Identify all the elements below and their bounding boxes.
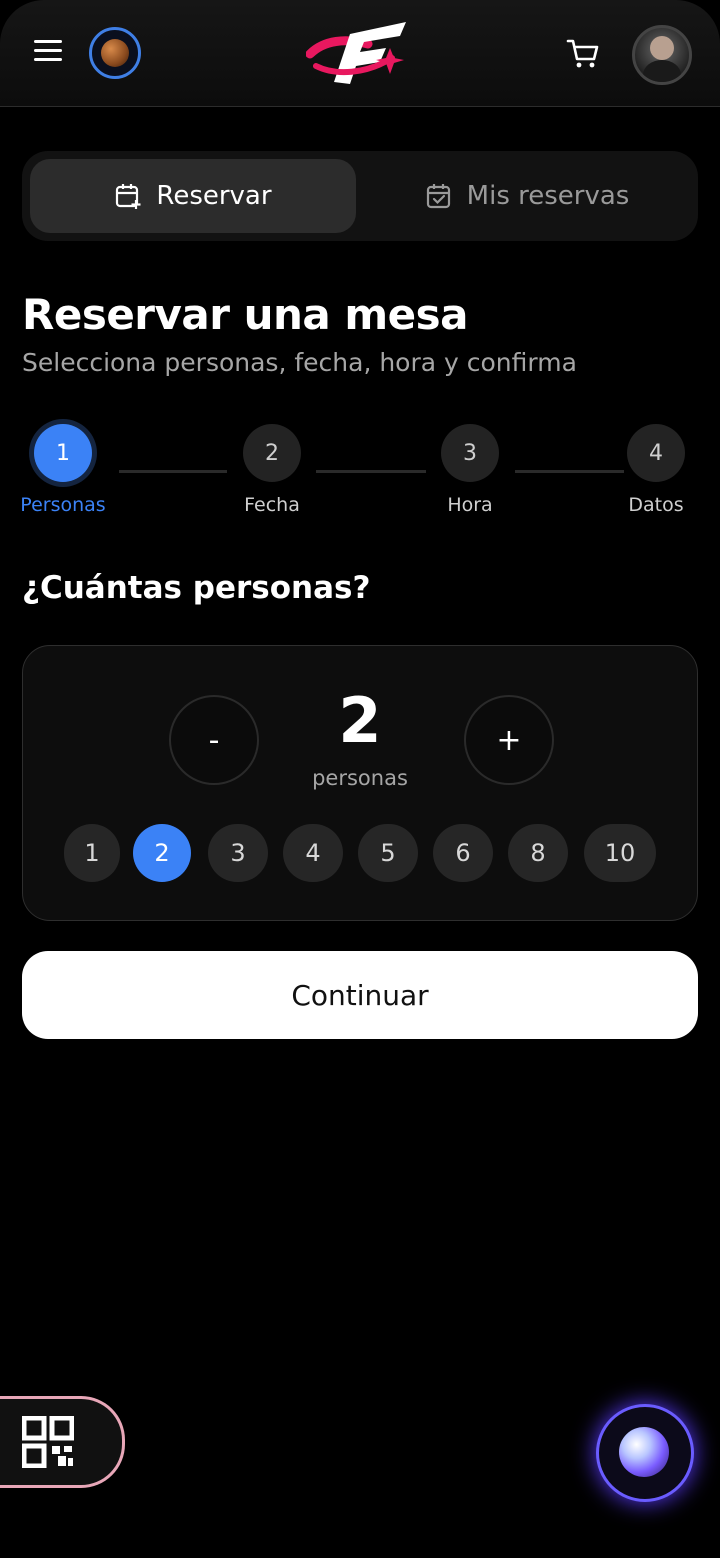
step-fecha[interactable]: 2 Fecha [212, 424, 332, 516]
people-question: ¿Cuántas personas? [22, 570, 371, 606]
app-header [0, 0, 720, 107]
tab-reservar[interactable]: Reservar [30, 159, 356, 233]
step-label: Fecha [244, 494, 300, 516]
qr-code-icon [22, 1416, 74, 1468]
step-number: 2 [243, 424, 301, 482]
planet-icon[interactable] [89, 27, 141, 79]
people-unit-label: personas [312, 766, 408, 790]
step-personas[interactable]: 1 Personas [3, 424, 123, 516]
page-title: Reservar una mesa [22, 290, 468, 339]
tab-label: Reservar [156, 181, 272, 211]
step-datos[interactable]: 4 Datos [596, 424, 716, 516]
app-logo[interactable] [306, 18, 410, 90]
people-option-2[interactable]: 2 [133, 824, 191, 882]
people-option-3[interactable]: 3 [208, 824, 268, 882]
step-number: 3 [441, 424, 499, 482]
continue-button[interactable]: Continuar [22, 951, 698, 1039]
people-option-10[interactable]: 10 [584, 824, 656, 882]
step-label: Hora [447, 494, 493, 516]
people-option-6[interactable]: 6 [433, 824, 493, 882]
assistant-orb-button[interactable] [596, 1404, 694, 1502]
page-subtitle: Selecciona personas, fecha, hora y confi… [22, 348, 577, 377]
qr-scan-button[interactable] [0, 1396, 125, 1488]
step-hora[interactable]: 3 Hora [410, 424, 530, 516]
step-number: 4 [627, 424, 685, 482]
people-option-8[interactable]: 8 [508, 824, 568, 882]
people-option-4[interactable]: 4 [283, 824, 343, 882]
reservation-tabs: Reservar Mis reservas [22, 151, 698, 241]
people-count: 2 [338, 684, 382, 757]
people-option-1[interactable]: 1 [64, 824, 120, 882]
user-avatar[interactable] [632, 25, 692, 85]
step-label: Datos [628, 494, 684, 516]
step-number: 1 [34, 424, 92, 482]
cart-icon[interactable] [566, 38, 600, 70]
step-connector [119, 470, 227, 473]
step-label: Personas [20, 494, 106, 516]
tab-label: Mis reservas [466, 181, 630, 211]
calendar-check-icon [426, 184, 450, 209]
hamburger-menu-icon[interactable] [34, 40, 62, 62]
calendar-plus-icon [116, 184, 141, 209]
tab-mis-reservas[interactable]: Mis reservas [362, 159, 692, 233]
increment-button[interactable]: + [464, 695, 554, 785]
people-option-5[interactable]: 5 [358, 824, 418, 882]
orb-icon [619, 1427, 669, 1477]
people-selector-card: - 2 personas + 1 2 3 4 5 6 8 10 [22, 645, 698, 921]
